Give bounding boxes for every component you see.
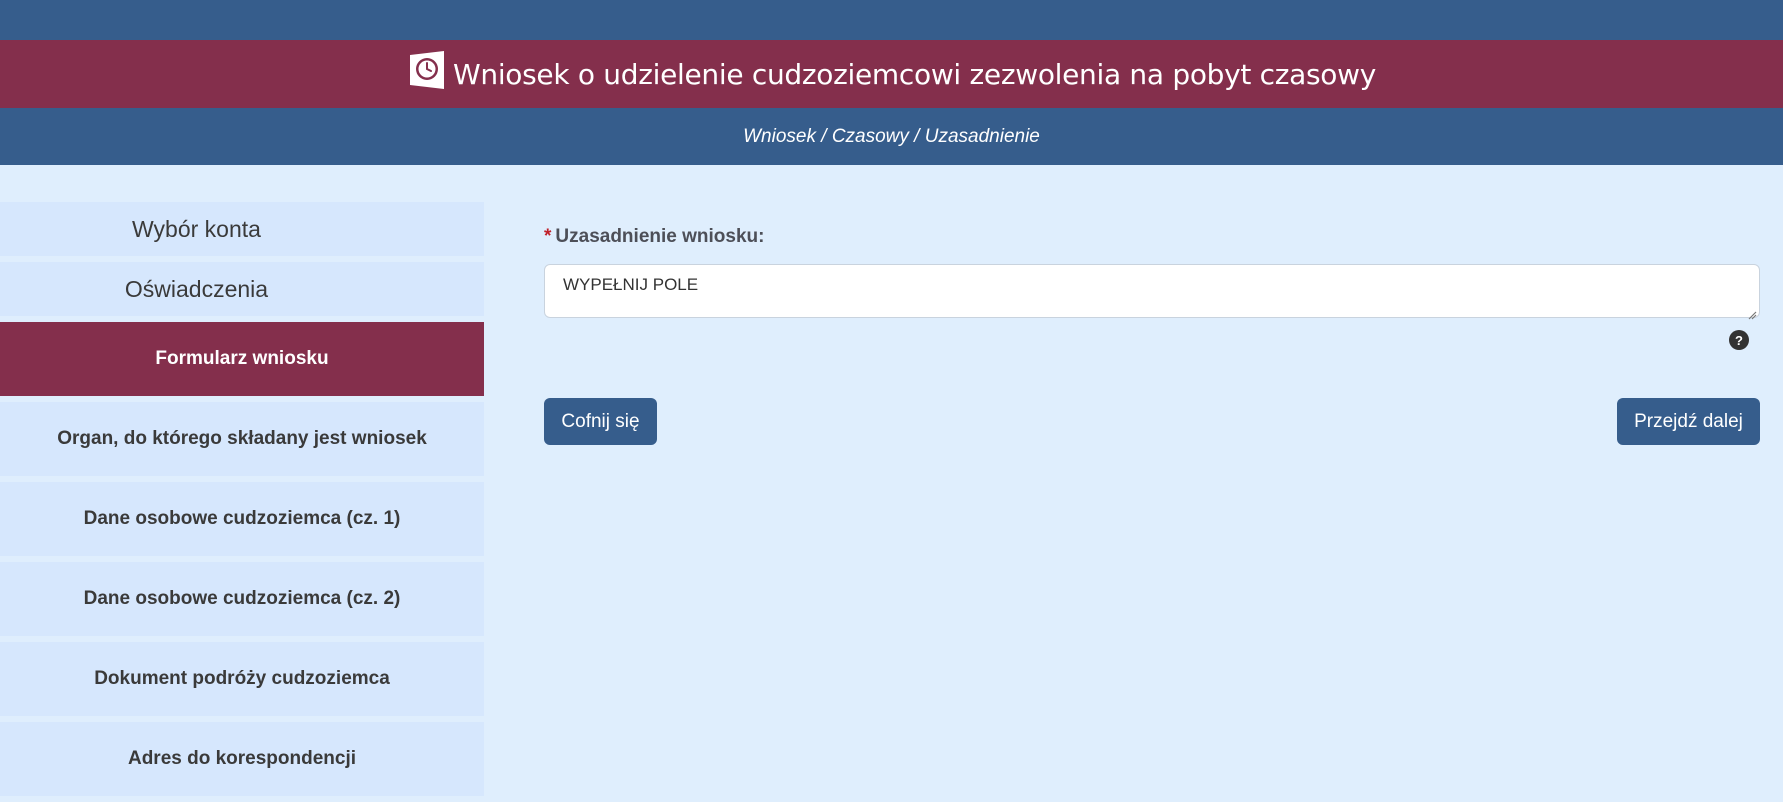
help-glyph: ?: [1735, 332, 1743, 348]
back-button-label: Cofnij się: [561, 410, 640, 432]
page-title: Wniosek o udzielenie cudzoziemcowi zezwo…: [452, 57, 1377, 91]
sidebar-item-travel-document[interactable]: Dokument podróży cudzoziemca: [0, 642, 484, 716]
resize-handle-icon[interactable]: [1747, 305, 1757, 320]
sidebar-item-authority[interactable]: Organ, do którego składany jest wniosek: [0, 402, 484, 476]
sidebar: Wybór konta Oświadczenia Formularz wnios…: [0, 202, 484, 802]
sidebar-item-correspondence-address[interactable]: Adres do korespondencji: [0, 722, 484, 796]
justification-textarea[interactable]: WYPEŁNIJ POLE: [544, 264, 1760, 320]
sidebar-item-personal-data-1[interactable]: Dane osobowe cudzoziemca (cz. 1): [0, 482, 484, 556]
top-bar: [0, 0, 1783, 40]
sidebar-item-label: Wybór konta: [132, 215, 261, 242]
next-button-label: Przejdź dalej: [1634, 410, 1743, 432]
breadcrumb-text: Wniosek / Czasowy / Uzasadnienie: [743, 125, 1040, 147]
sidebar-item-label: Organ, do którego składany jest wniosek: [57, 428, 427, 449]
sidebar-item-account[interactable]: Wybór konta: [0, 202, 484, 256]
sidebar-item-personal-data-2[interactable]: Dane osobowe cudzoziemca (cz. 2): [0, 562, 484, 636]
breadcrumb: Wniosek / Czasowy / Uzasadnienie: [0, 108, 1783, 165]
clock-document-icon: [407, 51, 447, 91]
sidebar-item-label: Dokument podróży cudzoziemca: [94, 668, 390, 689]
sidebar-item-label: Adres do korespondencji: [127, 748, 357, 769]
sidebar-item-label: Formularz wniosku: [155, 348, 329, 369]
title-bar: Wniosek o udzielenie cudzoziemcowi zezwo…: [0, 40, 1783, 108]
justification-label: * Uzasadnienie wniosku:: [544, 226, 1760, 254]
next-button[interactable]: Przejdź dalej: [1617, 398, 1760, 445]
required-marker: *: [544, 226, 552, 247]
question-circle-icon[interactable]: ?: [1729, 330, 1749, 350]
sidebar-item-application-form[interactable]: Formularz wniosku: [0, 322, 484, 396]
sidebar-item-label: Dane osobowe cudzoziemca (cz. 2): [83, 588, 401, 609]
sidebar-item-label: Dane osobowe cudzoziemca (cz. 1): [83, 508, 401, 529]
sidebar-item-declarations[interactable]: Oświadczenia: [0, 262, 484, 316]
justification-label-text: Uzasadnienie wniosku:: [555, 226, 765, 247]
main-content: * Uzasadnienie wniosku: WYPEŁNIJ POLE ? C…: [544, 202, 1760, 445]
justification-value: WYPEŁNIJ POLE: [563, 275, 699, 294]
sidebar-item-label: Oświadczenia: [124, 275, 269, 302]
back-button[interactable]: Cofnij się: [544, 398, 657, 445]
